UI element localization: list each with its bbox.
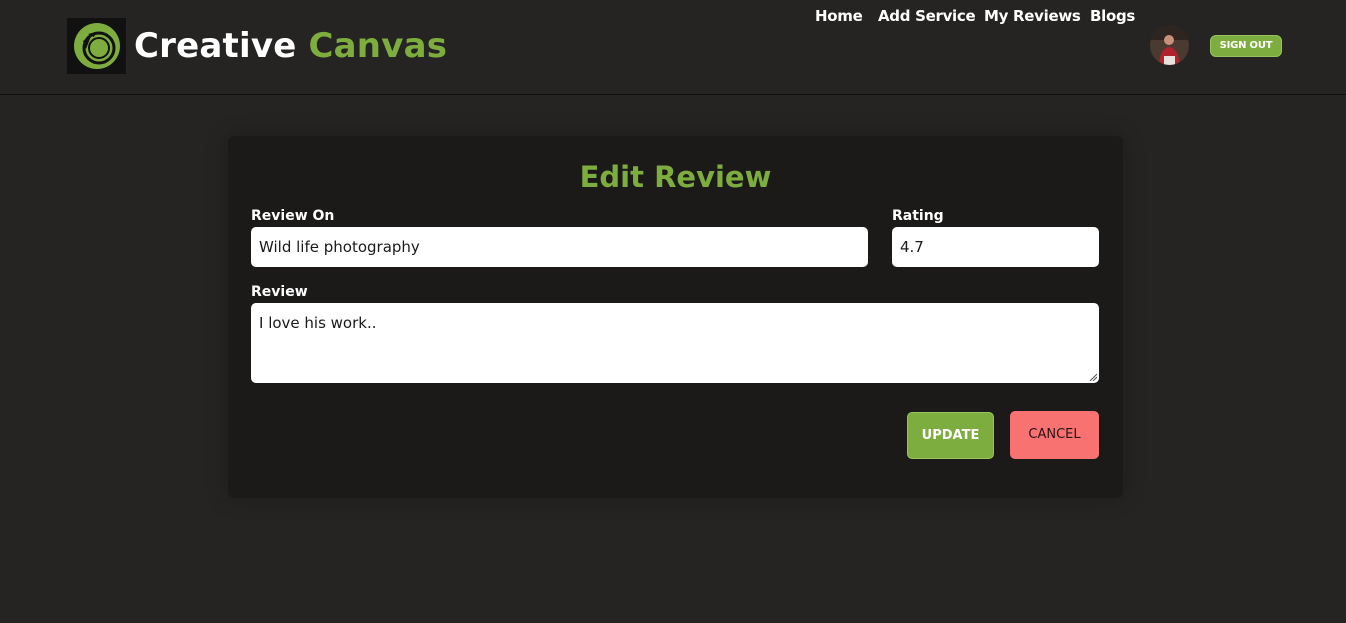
resize-grip-icon[interactable]	[1089, 373, 1097, 381]
brand-name: Creative Canvas	[134, 26, 447, 66]
avatar[interactable]	[1150, 26, 1189, 65]
camera-lens-icon	[67, 18, 126, 74]
review-textarea[interactable]: I love his work..	[251, 303, 1099, 383]
brand-name-part1: Creative	[134, 26, 297, 66]
brand[interactable]: Creative Canvas	[67, 18, 447, 74]
nav-link-add-service[interactable]: Add Service	[878, 0, 976, 32]
review-text: I love his work..	[259, 314, 377, 332]
nav-link-my-reviews[interactable]: My Reviews	[984, 0, 1081, 32]
review-on-label: Review On	[251, 208, 335, 224]
review-on-input[interactable]: Wild life photography	[251, 227, 868, 267]
navbar: Creative Canvas Home Add Service My Revi…	[0, 0, 1346, 95]
rating-label: Rating	[892, 208, 944, 224]
nav-link-home[interactable]: Home	[815, 0, 863, 32]
page-title: Edit Review	[579, 160, 772, 194]
nav-link-blogs[interactable]: Blogs	[1090, 0, 1135, 32]
update-button[interactable]: UPDATE	[907, 412, 994, 459]
sign-out-button[interactable]: SIGN OUT	[1210, 35, 1282, 57]
cancel-button[interactable]: CANCEL	[1010, 411, 1099, 459]
brand-name-part2: Canvas	[308, 26, 448, 66]
review-label: Review	[251, 284, 308, 300]
edit-review-card: Edit Review Review On Wild life photogra…	[228, 136, 1123, 498]
rating-input[interactable]: 4.7	[892, 227, 1099, 267]
